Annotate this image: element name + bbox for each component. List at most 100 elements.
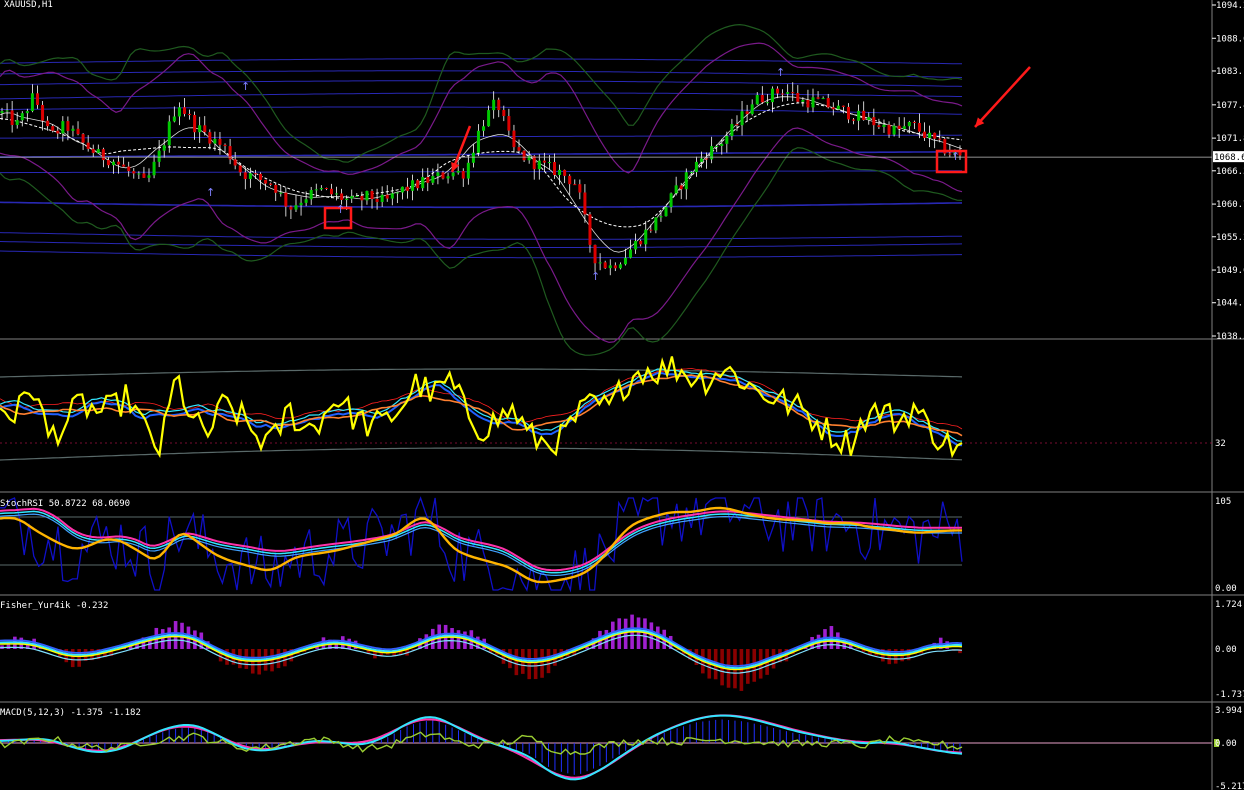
candle-body [112,161,116,166]
candle-body [492,99,496,111]
candle-body [887,124,891,135]
candle-body [46,120,50,127]
candle-body [441,172,445,179]
candle-body [654,217,658,231]
candle-body [451,172,455,177]
candle-body [598,262,602,264]
candle-body [811,97,815,108]
candle-body [431,176,435,183]
stochrsi-bottom-label: 0.00 [1215,584,1237,594]
candle-body [223,144,227,147]
mt4-chart-window[interactable]: ↑ ↑ ↑ ↑ ↑ ↑ 1094.2 1088.6 1083.1 1077.4 1071.8 106… [0,0,1244,790]
candle-body [66,121,70,131]
candle-body [203,125,207,133]
candle-body [400,186,404,193]
macd-label: MACD(5,12,3) -1.375 -1.182 [0,708,141,718]
candle-body [35,93,39,105]
candle-body [350,196,354,199]
fisher-histogram-bar [540,649,544,678]
candle-body [294,205,298,210]
macd-mid-label: 0.00 [1215,739,1237,749]
fractal-marker: ↑ [336,203,345,216]
candle-body [461,170,465,179]
candle-body [507,116,511,131]
candle-body [177,107,181,117]
candle-body [289,206,293,210]
fisher-histogram-bar [450,628,454,649]
candle-body [791,92,795,94]
candle-body [416,180,420,189]
candle-body [182,107,186,114]
fractal-marker: ↑ [206,186,215,199]
candle-body [760,95,764,103]
candle-body [623,257,627,265]
candle-body [613,265,617,269]
candle-body [106,160,110,166]
fisher-histogram-bar [283,649,287,667]
candle-body [390,193,394,199]
candle-body [132,171,136,174]
stochrsi-label: StochRSI 50.8722 68.0690 [0,499,130,509]
candle-body [669,193,673,208]
candle-body [573,184,577,186]
candle-body [755,95,759,105]
candle-body [253,173,257,175]
candle-body [5,110,9,112]
candle-body [644,229,648,245]
candle-body [172,116,176,122]
candle-body [117,161,121,165]
candle-body [740,111,744,126]
candle-body [852,119,856,121]
candle-body [568,175,572,185]
candle-body [684,172,688,190]
candle-body [25,111,29,114]
candle-body [360,195,364,201]
fisher-histogram-bar [527,649,532,680]
candle-body [674,185,678,194]
candle-body [365,190,369,201]
candle-body [689,172,693,174]
candle-body [238,165,242,173]
candle-body [304,199,308,203]
candle-body [923,131,927,138]
candle-body [471,152,475,163]
candle-body [705,158,709,160]
candle-body [563,169,567,176]
price-tick-label: 1094.2 [1216,1,1244,11]
candle-body [497,99,501,111]
candle-body [770,88,774,103]
candle-body [664,207,668,217]
candle-body [857,110,861,121]
fisher-histogram-bar [160,629,165,649]
price-tick-label: 1060.7 [1216,200,1244,210]
candle-body [806,99,810,108]
candle-body [41,104,45,121]
candle-body [274,184,278,193]
candle-body [208,132,212,144]
candle-body [259,173,263,180]
candle-body [162,145,166,151]
candle-body [314,189,318,191]
candle-body [877,125,881,128]
candle-body [96,149,100,153]
candle-body [776,88,780,94]
candle-body [147,175,151,178]
candle-body [406,186,410,191]
candle-body [831,107,835,110]
fisher-histogram-bar [623,618,628,649]
candle-body [629,249,633,258]
candle-body [309,190,313,200]
fisher-histogram-bar [514,649,519,676]
candle-body [897,125,901,129]
candle-body [345,198,349,200]
fisher-label: Fisher_Yur4ik -0.232 [0,601,108,611]
candle-body [715,145,719,147]
candle-body [679,185,683,190]
fractal-marker: ↑ [241,80,250,93]
candle-body [786,92,790,94]
candle-body [649,229,653,231]
candle-body [801,99,805,102]
candle-body [56,130,60,134]
candle-body [395,192,399,194]
candle-body [198,125,202,133]
